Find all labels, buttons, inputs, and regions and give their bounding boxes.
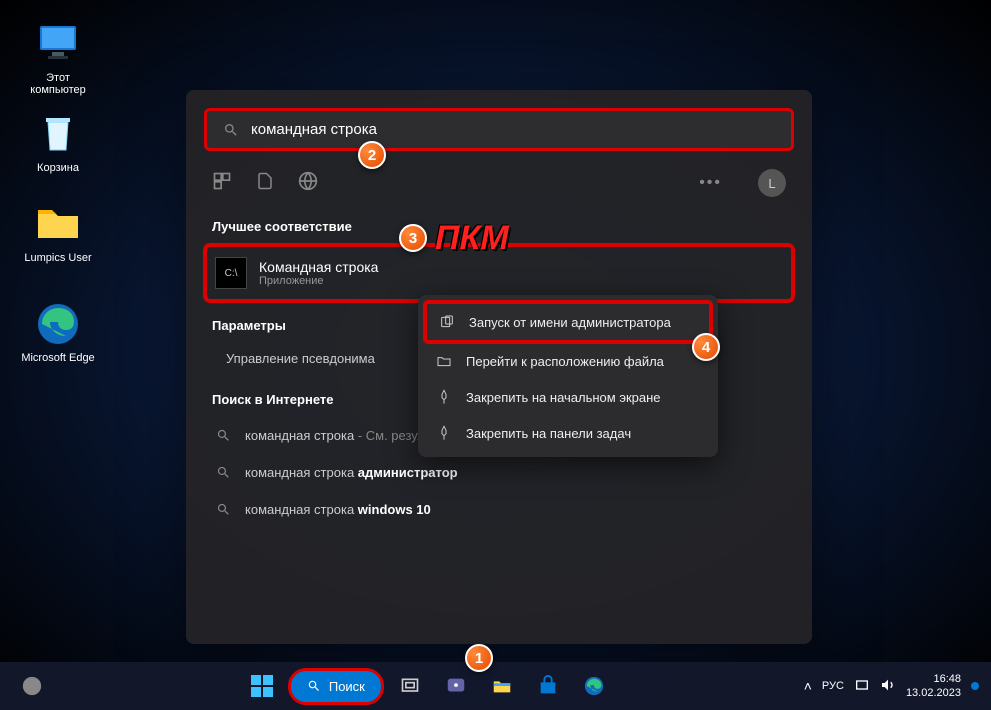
taskbar-store-icon[interactable]	[528, 666, 568, 706]
edge-icon	[34, 300, 82, 348]
taskbar-chat-icon[interactable]	[436, 666, 476, 706]
annotation-pkm-label: ПКМ	[435, 219, 509, 258]
annotation-marker-4: 4	[692, 333, 720, 361]
ctx-run-as-admin[interactable]: Запуск от имени администратора	[424, 301, 712, 343]
context-menu: Запуск от имени администратора Перейти к…	[418, 295, 718, 457]
user-avatar[interactable]: L	[758, 169, 786, 197]
monitor-icon	[34, 20, 82, 68]
folder-icon	[436, 353, 452, 369]
desktop-icon-edge[interactable]: Microsoft Edge	[18, 300, 98, 364]
desktop-icon-label: Microsoft Edge	[18, 352, 98, 364]
desktop-icon-label: Этот компьютер	[18, 72, 98, 96]
annotation-marker-3: 3	[399, 224, 427, 252]
taskbar-search-button[interactable]: Поиск	[288, 668, 384, 705]
shield-icon	[439, 314, 455, 330]
result-title: Командная строка	[259, 259, 378, 275]
volume-icon[interactable]	[880, 677, 896, 696]
notification-badge[interactable]	[971, 682, 979, 690]
desktop-icon-label: Lumpics User	[18, 252, 98, 264]
taskbar: Поиск ˄ РУС 16:48 13.02.2023	[0, 662, 991, 710]
desktop-icon-user-folder[interactable]: Lumpics User	[18, 200, 98, 264]
ctx-open-location[interactable]: Перейти к расположению файла	[424, 343, 712, 379]
ctx-pin-start[interactable]: Закрепить на начальном экране	[424, 379, 712, 415]
more-icon[interactable]: •••	[699, 174, 722, 192]
desktop-icon-this-pc[interactable]: Этот компьютер	[18, 20, 98, 96]
tab-apps-icon[interactable]	[212, 171, 232, 196]
search-input[interactable]	[251, 121, 775, 138]
pin-icon	[436, 389, 452, 405]
pin-icon	[436, 425, 452, 441]
widgets-button[interactable]	[12, 666, 52, 706]
search-input-box[interactable]	[204, 108, 794, 151]
start-button[interactable]	[242, 666, 282, 706]
web-result-item[interactable]: командная строка администратор	[204, 454, 794, 491]
network-icon[interactable]	[854, 677, 870, 696]
taskbar-explorer-icon[interactable]	[482, 666, 522, 706]
result-subtitle: Приложение	[259, 275, 378, 287]
search-icon	[223, 122, 239, 138]
desktop-icon-recycle-bin[interactable]: Корзина	[18, 110, 98, 174]
tray-chevron-icon[interactable]: ˄	[804, 678, 812, 694]
task-view-button[interactable]	[390, 666, 430, 706]
tab-documents-icon[interactable]	[256, 171, 274, 196]
search-tabs: ••• L	[204, 151, 794, 211]
annotation-marker-2: 2	[358, 141, 386, 169]
ctx-pin-taskbar[interactable]: Закрепить на панели задач	[424, 415, 712, 451]
folder-icon	[34, 200, 82, 248]
tab-web-icon[interactable]	[298, 171, 318, 196]
taskbar-clock[interactable]: 16:48 13.02.2023	[906, 672, 961, 701]
taskbar-edge-icon[interactable]	[574, 666, 614, 706]
annotation-marker-1: 1	[465, 644, 493, 672]
desktop-icon-label: Корзина	[18, 162, 98, 174]
bin-icon	[34, 110, 82, 158]
web-result-item[interactable]: командная строка windows 10	[204, 491, 794, 528]
cmd-icon: C:\	[215, 257, 247, 289]
language-indicator[interactable]: РУС	[822, 680, 844, 692]
